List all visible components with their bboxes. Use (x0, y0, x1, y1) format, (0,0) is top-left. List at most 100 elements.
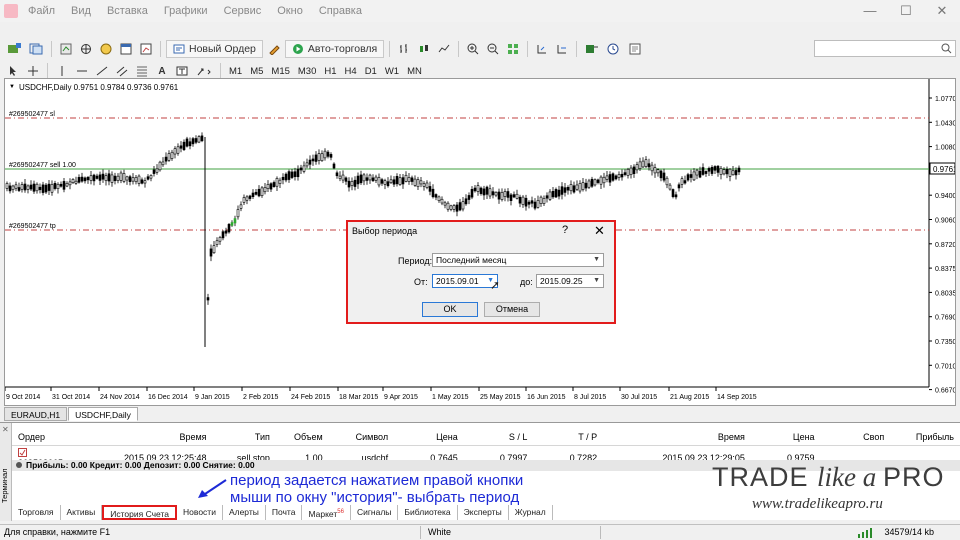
cancel-button[interactable]: Отмена (484, 302, 540, 317)
menu-window[interactable]: Окно (269, 3, 311, 19)
col-volume[interactable]: Объем (275, 429, 329, 446)
chart-tab-usdchf[interactable]: USDCHF,Daily (68, 407, 138, 421)
candle-body (314, 154, 318, 162)
strategy-tester-icon[interactable] (137, 40, 155, 58)
zoom-in-icon[interactable] (464, 40, 482, 58)
col-close-time[interactable]: Время (603, 429, 751, 446)
chevron-down-icon[interactable]: ▼ (593, 275, 600, 287)
timeframe-d1[interactable]: D1 (362, 66, 380, 77)
line-chart-icon[interactable] (435, 40, 453, 58)
col-close-price[interactable]: Цена (750, 429, 821, 446)
period-select[interactable]: Последний месяц ▼ (432, 253, 604, 267)
menu-tools[interactable]: Сервис (216, 3, 270, 19)
candlestick-icon[interactable] (415, 40, 433, 58)
timeframe-m5[interactable]: M5 (247, 66, 266, 77)
terminal-icon[interactable] (117, 40, 135, 58)
tab-alerts[interactable]: Алерты (223, 505, 266, 520)
profiles-icon[interactable] (26, 40, 46, 58)
candle-body (614, 175, 618, 180)
candle-body (224, 230, 228, 234)
tab-market[interactable]: Маркет56 (302, 505, 351, 520)
menu-file[interactable]: Файл (20, 3, 63, 19)
menu-help[interactable]: Справка (311, 3, 370, 19)
date-tick: 21 Aug 2015 (670, 394, 709, 401)
tab-news[interactable]: Новости (177, 505, 223, 520)
maximize-button[interactable]: ☐ (888, 0, 924, 22)
dialog-help-button[interactable]: ? (562, 224, 568, 236)
ok-button[interactable]: OK (422, 302, 478, 317)
col-profit[interactable]: Прибыль (890, 429, 960, 446)
to-date-field[interactable]: 2015.09.25 ▼ (536, 274, 604, 288)
candle-body (179, 145, 183, 149)
timeframe-m30[interactable]: M30 (295, 66, 319, 77)
periods-icon[interactable] (604, 40, 624, 58)
candle-body (557, 189, 561, 197)
candle-body (305, 162, 309, 167)
indicators-icon[interactable] (582, 40, 602, 58)
candle-body (485, 186, 489, 195)
candle-body (377, 177, 381, 186)
col-symbol[interactable]: Символ (328, 429, 395, 446)
candle-body (188, 141, 192, 147)
menu-charts[interactable]: Графики (156, 3, 216, 19)
from-date-field[interactable]: 2015.09.01 ▼ (432, 274, 498, 288)
tab-mailbox[interactable]: Почта (266, 505, 303, 520)
col-order[interactable]: Ордер (12, 429, 76, 446)
close-button[interactable]: ✕ (924, 0, 960, 22)
timeframe-h4[interactable]: H4 (342, 66, 360, 77)
date-tick: 30 Jul 2015 (621, 394, 657, 401)
candle-body (383, 180, 387, 185)
candle-body (449, 205, 453, 210)
menu-view[interactable]: Вид (63, 3, 99, 19)
new-chart-icon[interactable] (4, 40, 24, 58)
dialog-close-button[interactable]: ✕ (594, 223, 605, 239)
auto-trading-button[interactable]: Авто-торговля (284, 40, 385, 58)
timeframe-m1[interactable]: M1 (226, 66, 245, 77)
candle-body (236, 209, 240, 218)
tab-experts[interactable]: Эксперты (458, 505, 509, 520)
tab-account-history[interactable]: История Счета (102, 505, 178, 520)
candle-body (275, 178, 279, 187)
new-order-button[interactable]: Новый Ордер (166, 40, 263, 58)
candle-body (212, 245, 216, 254)
autoscroll-icon[interactable] (553, 40, 571, 58)
col-swap[interactable]: Своп (820, 429, 891, 446)
data-window-icon[interactable] (77, 40, 95, 58)
timeframe-m15[interactable]: M15 (268, 66, 292, 77)
candle-body (539, 196, 543, 204)
tab-exposure[interactable]: Активы (61, 505, 103, 520)
col-blank[interactable] (75, 429, 97, 446)
col-sl[interactable]: S / L (463, 429, 534, 446)
candle-body (332, 163, 336, 169)
timeframe-w1[interactable]: W1 (382, 66, 402, 77)
tab-signals[interactable]: Сигналы (351, 505, 399, 520)
candle-body (107, 173, 111, 182)
tab-library[interactable]: Библиотека (398, 505, 458, 520)
chart-tab-euraud[interactable]: EURAUD,H1 (4, 407, 68, 421)
chart-shift-icon[interactable] (533, 40, 551, 58)
meta-editor-icon[interactable] (265, 40, 283, 58)
candle-body (167, 153, 171, 161)
col-tp[interactable]: T / P (533, 429, 604, 446)
col-price[interactable]: Цена (394, 429, 464, 446)
col-type[interactable]: Тип (212, 429, 276, 446)
menu-insert[interactable]: Вставка (99, 3, 156, 19)
tab-journal[interactable]: Журнал (509, 505, 553, 520)
templates-icon[interactable] (626, 40, 644, 58)
candle-body (41, 184, 45, 193)
bar-chart-icon[interactable] (395, 40, 413, 58)
zoom-out-icon[interactable] (484, 40, 502, 58)
tab-trade[interactable]: Торговля (12, 505, 61, 520)
candle-body (626, 169, 630, 176)
col-open-time[interactable]: Время (96, 429, 213, 446)
timeframe-h1[interactable]: H1 (321, 66, 339, 77)
timeframe-mn[interactable]: MN (404, 66, 425, 77)
minimize-button[interactable]: — (852, 0, 888, 22)
search-input[interactable] (814, 40, 956, 57)
market-watch-icon[interactable] (57, 40, 75, 58)
terminal-close-icon[interactable]: ✕ (2, 425, 9, 434)
chart-collapse-icon[interactable]: ▼ (9, 84, 15, 90)
tile-windows-icon[interactable] (504, 40, 522, 58)
price-tick: 0.8720 (935, 242, 955, 249)
navigator-icon[interactable] (97, 40, 115, 58)
